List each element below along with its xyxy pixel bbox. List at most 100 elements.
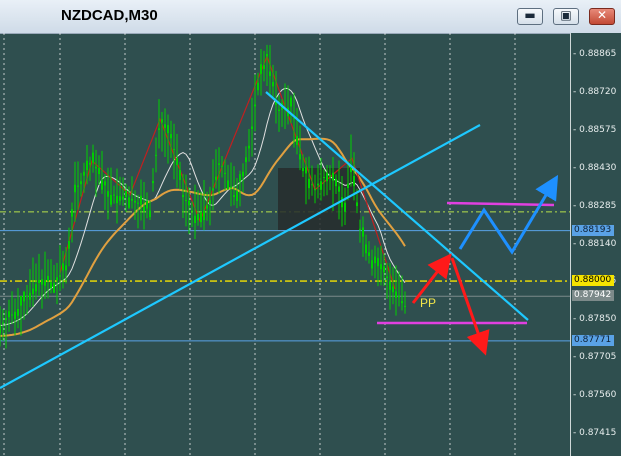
candle-body	[329, 175, 331, 177]
close-button[interactable]: ✕	[589, 8, 615, 25]
candle-body	[296, 136, 298, 145]
upper-zone-line[interactable]	[446, 201, 555, 207]
candle-body	[89, 162, 91, 165]
candle-body	[44, 280, 46, 286]
candle-body	[317, 183, 319, 186]
candle-body	[320, 181, 322, 190]
candle-body	[227, 180, 229, 190]
candle-body	[185, 200, 187, 202]
price-axis[interactable]: - 0.88865 - 0.88720 - 0.88575 - 0.88430 - 0.…	[570, 33, 621, 456]
candle-body	[101, 179, 103, 190]
candle-body	[371, 260, 373, 269]
candle-body	[269, 71, 271, 77]
candle-body	[266, 54, 268, 57]
level-lines	[0, 230, 570, 342]
candle-body	[35, 284, 37, 292]
candle-body	[239, 174, 241, 182]
candle-body	[338, 186, 340, 192]
candle-body	[38, 279, 40, 284]
candle-body	[71, 209, 73, 217]
candle-body	[332, 172, 334, 181]
candle-body	[125, 190, 127, 197]
candle-body	[29, 292, 31, 300]
candle-body	[254, 104, 256, 107]
candle-body	[50, 282, 52, 289]
candle-body	[251, 126, 253, 129]
candle-body	[389, 281, 391, 290]
candle-body	[299, 154, 301, 160]
candle-body	[176, 158, 178, 165]
candle-body	[278, 109, 280, 111]
candle-body	[290, 97, 292, 107]
candle-body	[209, 200, 211, 205]
candle-body	[263, 65, 265, 69]
candle-body	[212, 188, 214, 191]
candle-body	[305, 166, 307, 174]
candle-body	[173, 149, 175, 151]
price-tick-label: - 0.88285	[573, 200, 617, 211]
candle-body	[215, 176, 217, 180]
candle-body	[41, 279, 43, 285]
price-level-tag: 0.87942	[572, 290, 614, 302]
candle-body	[122, 196, 124, 200]
candle-body	[8, 311, 10, 318]
chart-area[interactable]	[0, 33, 570, 456]
candle-body	[92, 152, 94, 163]
candle-body	[386, 276, 388, 278]
candle-body	[140, 195, 142, 205]
restore-button[interactable]: ▣	[553, 8, 579, 25]
candle-body	[233, 195, 235, 198]
candle-body	[158, 128, 160, 130]
candle-body	[152, 181, 154, 184]
candle-body	[149, 210, 151, 218]
candle-body	[380, 264, 382, 270]
candle-body	[194, 215, 196, 224]
candle-body	[188, 200, 190, 206]
pivot-point-label: PP	[420, 296, 437, 310]
candle-body	[5, 318, 7, 320]
chart-window: NZDCAD,M30 ▬ ▣ ✕ PP - 0.88865 - 0.88720 …	[0, 0, 621, 456]
bullish-projection-arrow[interactable]	[458, 174, 559, 255]
candle-body	[314, 189, 316, 191]
candle-body	[203, 210, 205, 221]
price-tick-label: - 0.88430	[573, 162, 617, 173]
candle-body	[383, 266, 385, 273]
candle-body	[47, 275, 49, 282]
candle-body	[119, 196, 121, 201]
price-tick-label: - 0.87850	[573, 314, 617, 325]
candle-body	[182, 194, 184, 198]
price-tick-label: - 0.88720	[573, 87, 617, 98]
candle-body	[14, 311, 16, 319]
minimize-button[interactable]: ▬	[517, 8, 543, 25]
candle-body	[26, 296, 28, 298]
candle-body	[167, 125, 169, 134]
candle-body	[392, 286, 394, 293]
candle-body	[236, 191, 238, 201]
candle-body	[83, 171, 85, 176]
candle-body	[368, 252, 370, 256]
candle-body	[0, 325, 1, 334]
candle-body	[230, 186, 232, 188]
candle-body	[242, 171, 244, 177]
candle-body	[80, 181, 82, 185]
price-tick-label: - 0.88865	[573, 49, 617, 60]
candle-body	[335, 178, 337, 187]
candle-body	[110, 195, 112, 205]
candle-body	[107, 191, 109, 197]
candle-body	[59, 275, 61, 277]
candle-body	[347, 183, 349, 188]
red-down-arrow[interactable]	[450, 257, 490, 356]
candle-body	[17, 308, 19, 316]
candle-body	[77, 185, 79, 187]
candle-body	[155, 154, 157, 156]
candle-body	[143, 206, 145, 212]
candle-body	[395, 291, 397, 298]
candle-body	[2, 322, 4, 324]
rising-trendline[interactable]	[0, 124, 481, 389]
candle-body	[86, 160, 88, 171]
candle-body	[161, 119, 163, 123]
minimize-icon: ▬	[524, 8, 536, 22]
price-tick-label: - 0.88575	[573, 124, 617, 135]
price-tick-label: - 0.88140	[573, 238, 617, 249]
price-tick-label: - 0.87415	[573, 427, 617, 438]
